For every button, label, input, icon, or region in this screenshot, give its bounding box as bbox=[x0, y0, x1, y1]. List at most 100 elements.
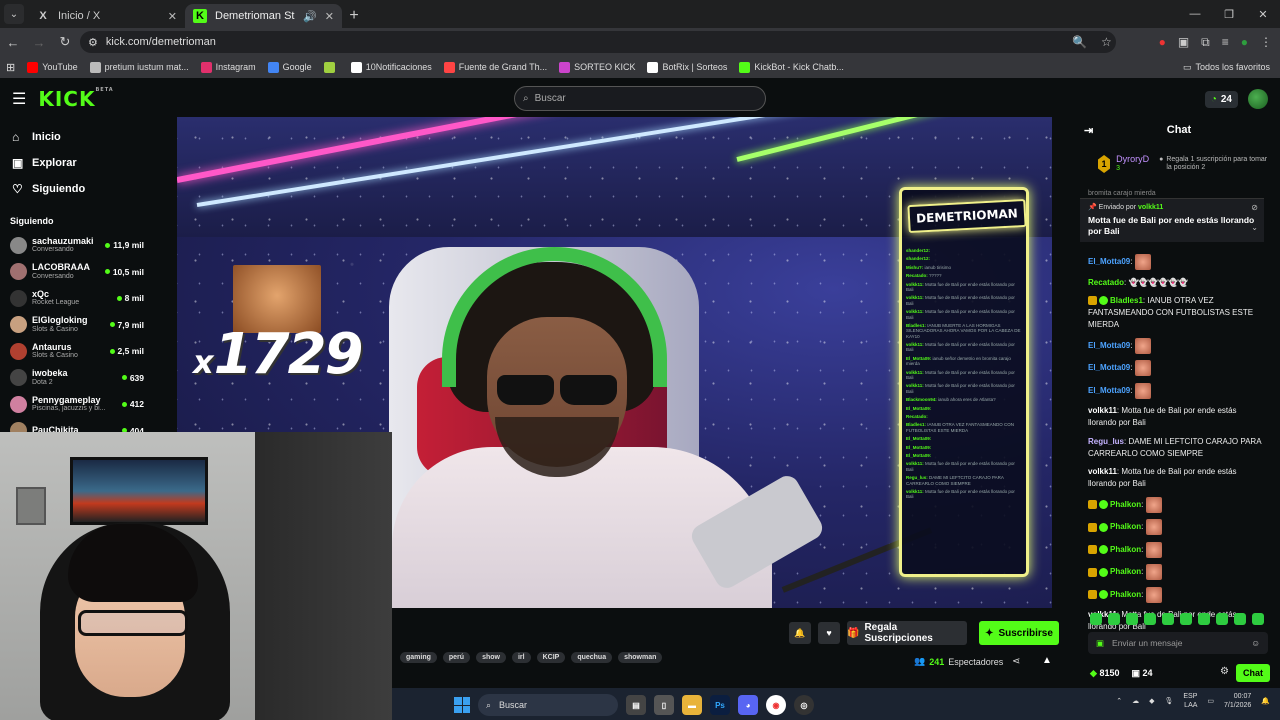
menu-icon[interactable]: ⋮ bbox=[1260, 35, 1272, 49]
chevron-up-icon[interactable]: ⌃ bbox=[1116, 697, 1122, 705]
chat-username[interactable]: Phalkon bbox=[1110, 522, 1141, 531]
puzzle-icon[interactable]: ⧉ bbox=[1201, 35, 1210, 50]
extension-icon[interactable]: ▣ bbox=[1178, 35, 1189, 49]
stream-tag[interactable]: quechua bbox=[571, 652, 613, 663]
minimize-icon[interactable]: — bbox=[1178, 0, 1212, 28]
stream-tag[interactable]: showman bbox=[618, 652, 663, 663]
chat-message[interactable]: Phalkon: bbox=[1088, 586, 1266, 603]
chat-username[interactable]: El_Motta09 bbox=[1088, 257, 1130, 266]
task-view-icon[interactable]: ▤ bbox=[626, 695, 646, 715]
speaker-icon[interactable]: 🔊 bbox=[303, 10, 317, 23]
language-indicator[interactable]: ESP LAA bbox=[1183, 692, 1197, 710]
chat-username[interactable]: Bladles1 bbox=[1110, 296, 1143, 305]
sidebar-nav-inicio[interactable]: ⌂ Inicio bbox=[0, 124, 152, 150]
settings-gear-icon[interactable]: ⚙ bbox=[1220, 666, 1229, 677]
reload-icon[interactable]: ↻ bbox=[52, 34, 78, 50]
new-tab-button[interactable]: + bbox=[342, 4, 366, 28]
forward-icon[interactable]: → bbox=[26, 35, 52, 50]
emote-icon[interactable] bbox=[1126, 613, 1138, 625]
close-icon[interactable]: ✕ bbox=[325, 10, 334, 23]
hamburger-menu-icon[interactable]: ☰ bbox=[12, 89, 26, 109]
tray-icon[interactable]: ◆ bbox=[1149, 697, 1154, 705]
emote-icon[interactable] bbox=[1090, 613, 1102, 625]
chat-username[interactable]: Phalkon bbox=[1110, 567, 1141, 576]
taskbar-search[interactable]: ⌕ Buscar bbox=[478, 694, 618, 716]
follow-button[interactable]: ♥ bbox=[818, 622, 840, 644]
emote-icon[interactable] bbox=[1180, 613, 1192, 625]
points-button[interactable]: ◔ 24 bbox=[1204, 90, 1238, 108]
top-gifter[interactable]: 1 DyroryD 3 ● Regala 1 suscripción para to… bbox=[1078, 142, 1280, 182]
pinned-message[interactable]: 📌 Enviado por volkk11 Motta fue de Bali … bbox=[1080, 198, 1264, 242]
app-icon[interactable]: ▯ bbox=[654, 695, 674, 715]
chat-send-button[interactable]: Chat bbox=[1236, 664, 1270, 682]
chat-message[interactable]: volkk11: Motta fue de Bali por ende está… bbox=[1088, 405, 1266, 429]
stream-tag[interactable]: gaming bbox=[400, 652, 437, 663]
user-avatar[interactable] bbox=[1248, 89, 1268, 109]
tab-search-icon[interactable]: ⌄ bbox=[4, 4, 24, 24]
collapse-chat-icon[interactable]: ⇥ bbox=[1084, 124, 1093, 137]
bookmark-item[interactable]: Fuente de Grand Th... bbox=[443, 61, 547, 73]
reading-list-icon[interactable]: ≡ bbox=[1222, 35, 1229, 49]
bookmark-item[interactable]: Instagram bbox=[200, 61, 256, 73]
report-icon[interactable]: ▲ bbox=[1042, 655, 1052, 666]
chat-message[interactable]: El_Motta09: bbox=[1088, 337, 1266, 354]
notifications-icon[interactable]: 🔔 bbox=[1261, 697, 1270, 705]
search-input[interactable]: ⌕ Buscar bbox=[514, 86, 766, 111]
chat-message[interactable]: El_Motta09: bbox=[1088, 360, 1266, 376]
chat-username[interactable]: Phalkon bbox=[1110, 500, 1141, 509]
bookmark-item[interactable]: SORTEO KICK bbox=[559, 61, 635, 73]
notification-bell-button[interactable]: 🔔 bbox=[789, 622, 811, 644]
site-info-icon[interactable]: ⚙ bbox=[88, 36, 98, 49]
microphone-icon[interactable]: 🎙 bbox=[1165, 697, 1174, 705]
chat-username[interactable]: El_Motta09 bbox=[1088, 363, 1130, 372]
profile-icon[interactable]: ● bbox=[1241, 35, 1248, 49]
extension-icon[interactable]: ● bbox=[1159, 35, 1166, 49]
share-icon[interactable]: ⋖ bbox=[1012, 656, 1020, 667]
emoji-icon[interactable]: ☺ bbox=[1251, 638, 1260, 648]
photoshop-icon[interactable]: Ps bbox=[710, 695, 730, 715]
chat-input[interactable]: ▣ Enviar un mensaje ☺ bbox=[1088, 632, 1268, 654]
chevron-down-icon[interactable]: ⌄ bbox=[1251, 223, 1258, 232]
kick-logo[interactable]: KICKBETA bbox=[38, 87, 113, 111]
bookmark-item[interactable]: pretium iustum mat... bbox=[89, 61, 189, 73]
chrome-icon[interactable]: ◉ bbox=[766, 695, 786, 715]
clock[interactable]: 00:07 7/1/2026 bbox=[1224, 692, 1251, 710]
chat-message[interactable]: Phalkon: bbox=[1088, 496, 1266, 513]
sidebar-nav-explorar[interactable]: ▣ Explorar bbox=[0, 150, 152, 176]
bookmark-item[interactable]: KickBot - Kick Chatb... bbox=[739, 61, 844, 73]
network-icon[interactable]: ▭ bbox=[1207, 697, 1214, 705]
close-window-icon[interactable]: ✕ bbox=[1246, 0, 1280, 28]
chat-message[interactable]: Recatado: 👻👻👻👻👻👻 bbox=[1088, 277, 1266, 289]
chat-message[interactable]: Bladles1: IANUB OTRA VEZ FANTASMEANDO CO… bbox=[1088, 295, 1266, 331]
chat-message[interactable]: Phalkon: bbox=[1088, 564, 1266, 580]
bookmark-item[interactable]: Google bbox=[267, 61, 312, 73]
following-channel[interactable]: LACOBRAAA Conversando 10,5 mil bbox=[0, 259, 152, 286]
chat-username[interactable]: volkk11 bbox=[1088, 406, 1117, 415]
all-favorites[interactable]: ▭ Todos los favoritos bbox=[1183, 56, 1270, 78]
emote-icon[interactable] bbox=[1144, 613, 1156, 625]
tray-icon[interactable]: ☁ bbox=[1132, 697, 1139, 705]
chat-message[interactable]: Regu_lus: DAME MI LEFTCITO CARAJO PARA C… bbox=[1088, 436, 1266, 460]
tab-kick[interactable]: K Demetrioman Stream - Wat 🔊 ✕ bbox=[185, 4, 342, 28]
stream-tag[interactable]: show bbox=[476, 652, 506, 663]
discord-icon[interactable]: ◕ bbox=[738, 695, 758, 715]
following-channel[interactable]: Pennygameplay Piscinas, jacuzzis y bi... 4… bbox=[0, 391, 152, 418]
emote-icon[interactable] bbox=[1252, 613, 1264, 625]
bookmark-item[interactable]: YouTube bbox=[27, 61, 78, 73]
chat-username[interactable]: Phalkon bbox=[1110, 590, 1141, 599]
chat-message[interactable]: Phalkon: bbox=[1088, 519, 1266, 535]
chat-message[interactable]: El_Motta09: bbox=[1088, 382, 1266, 399]
stream-tag[interactable]: irl bbox=[511, 652, 531, 663]
bookmark-item[interactable]: 10Notificaciones bbox=[350, 61, 432, 73]
sidebar-nav-siguiendo[interactable]: ♡ Siguiendo bbox=[0, 176, 152, 202]
apps-icon[interactable]: ⊞ bbox=[6, 61, 15, 74]
subscribe-button[interactable]: ✦ Suscribirse bbox=[979, 621, 1059, 645]
chat-username[interactable]: Phalkon bbox=[1110, 545, 1141, 554]
chat-username[interactable]: El_Motta09 bbox=[1088, 386, 1130, 395]
chat-username[interactable]: El_Motta09 bbox=[1088, 341, 1130, 350]
chat-message[interactable]: El_Motta09: bbox=[1088, 254, 1266, 270]
maximize-icon[interactable]: ❐ bbox=[1212, 0, 1246, 28]
emote-icon[interactable] bbox=[1198, 613, 1210, 625]
file-explorer-icon[interactable]: ▬ bbox=[682, 695, 702, 715]
bookmark-item[interactable]: BotRix | Sorteos bbox=[647, 61, 727, 73]
